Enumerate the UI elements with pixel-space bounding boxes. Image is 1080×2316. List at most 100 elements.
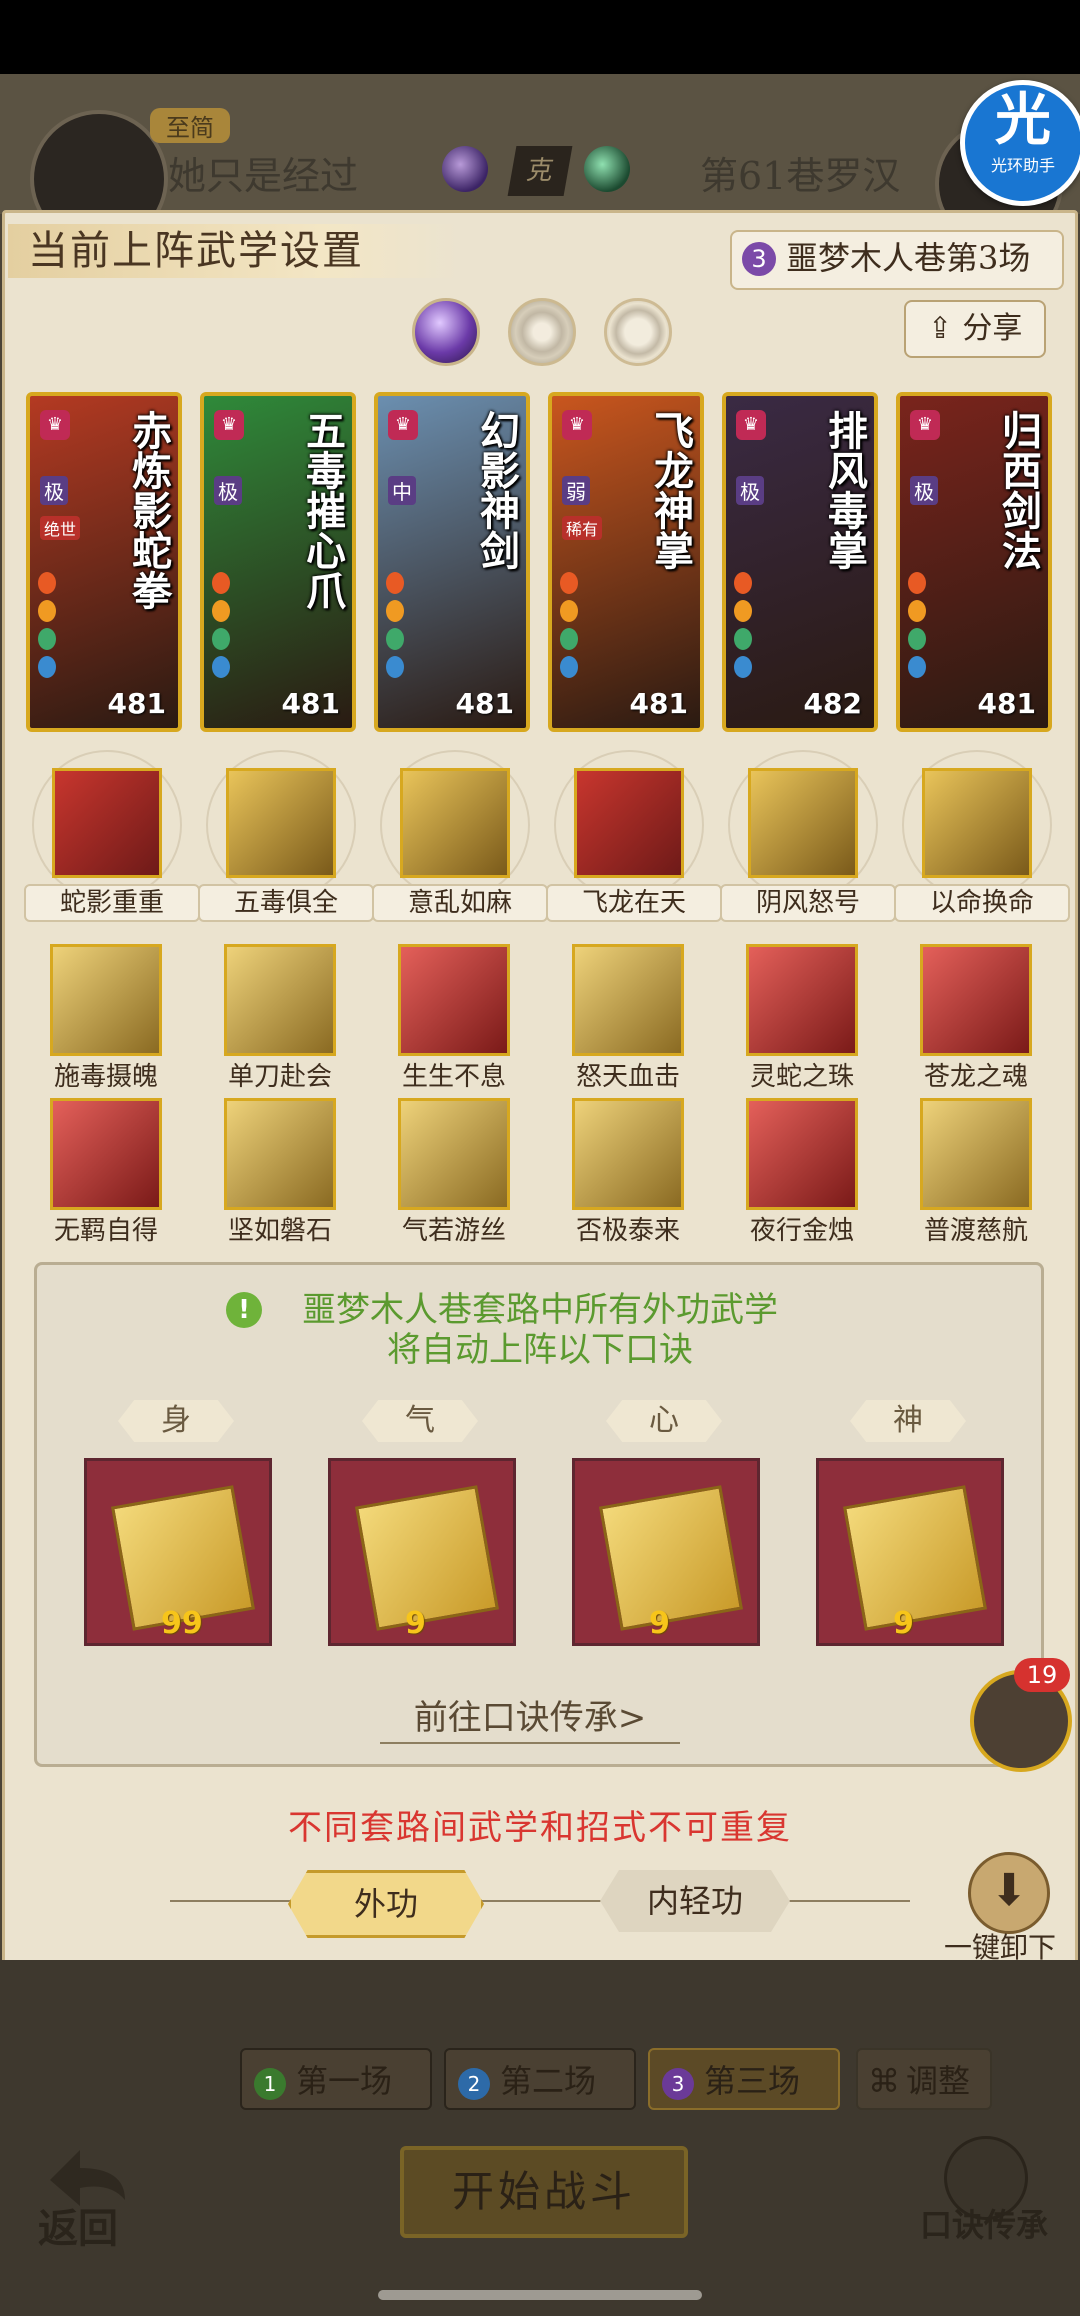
martial-card[interactable]: ♛ 极 归西剑法 481 (896, 392, 1052, 732)
share-icon: ⇪ (927, 311, 963, 346)
card-power: 481 (281, 687, 340, 720)
koujue-card[interactable]: 9 (816, 1458, 1004, 1646)
adjust-button[interactable]: ⌘ 调整 (856, 2048, 992, 2110)
card-element-dots (38, 566, 98, 684)
koujue-card[interactable]: 99 (84, 1458, 272, 1646)
inner-martial-tab[interactable]: 内轻功 (600, 1870, 790, 1932)
koujue-tab[interactable]: 气 (362, 1400, 478, 1442)
martial-card[interactable]: ♛ 极 五毒摧心爪 481 (200, 392, 356, 732)
round-tab[interactable]: 3 第三场 (648, 2048, 840, 2110)
goto-koujue-link[interactable]: 前往口诀传承> (380, 1690, 680, 1744)
skill-label: 以命换命 (894, 884, 1070, 922)
koujue-stars: 99 (161, 1606, 203, 1641)
move-icon[interactable] (572, 1098, 684, 1210)
purple-element-orb (442, 146, 488, 192)
card-power: 481 (455, 687, 514, 720)
koujue-scroll-icon (355, 1485, 499, 1631)
move-icon[interactable] (746, 944, 858, 1056)
card-tier: 极 (40, 476, 68, 505)
martial-card[interactable]: ♛ 中 幻影神剑 481 (374, 392, 530, 732)
card-power: 481 (977, 687, 1036, 720)
round-tab[interactable]: 2 第二场 (444, 2048, 636, 2110)
back-label[interactable]: 返回 (38, 2196, 118, 2254)
outer-martial-tab[interactable]: 外功 (288, 1870, 484, 1938)
move-label: 坚如磐石 (227, 1216, 332, 1246)
card-element-dots (386, 566, 446, 684)
move-icon[interactable] (746, 1098, 858, 1210)
card-name: 飞龙神掌 (647, 410, 694, 570)
helper-label: 光环助手 (990, 156, 1055, 175)
grade-icon: ♛ (388, 410, 418, 440)
adjust-label: 调整 (906, 2062, 971, 2100)
skill-label: 意乱如麻 (372, 884, 548, 922)
skill-icon[interactable] (400, 768, 510, 878)
card-name: 排风毒掌 (821, 410, 868, 570)
gray-element-selector[interactable] (508, 298, 576, 366)
move-icon[interactable] (572, 944, 684, 1056)
card-element-dots (212, 566, 272, 684)
card-element-dots (908, 566, 968, 684)
card-name: 归西剑法 (995, 410, 1042, 570)
green-element-orb (584, 146, 630, 192)
move-label: 施毒摄魄 (53, 1062, 158, 1092)
card-rarity-badge: 绝世 (40, 516, 81, 540)
move-label: 普渡慈航 (923, 1216, 1028, 1246)
koujue-scroll-icon (599, 1485, 743, 1631)
skill-icon[interactable] (226, 768, 336, 878)
move-icon[interactable] (920, 944, 1032, 1056)
koujue-tab[interactable]: 神 (850, 1400, 966, 1442)
opponent-name: 她只是经过 (168, 154, 359, 198)
koujue-card[interactable]: 9 (328, 1458, 516, 1646)
move-label: 灵蛇之珠 (749, 1062, 854, 1092)
card-tier: 中 (388, 476, 416, 505)
move-icon[interactable] (50, 944, 162, 1056)
opponent-tag: 至简 (150, 108, 230, 143)
grade-icon: ♛ (910, 410, 940, 440)
martial-card[interactable]: ♛ 弱稀有 飞龙神掌 481 (548, 392, 704, 732)
skill-label: 阴风怒号 (720, 884, 896, 922)
koujue-tab[interactable]: 心 (606, 1400, 722, 1442)
martial-card[interactable]: ♛ 极 排风毒掌 482 (722, 392, 878, 732)
move-icon[interactable] (50, 1098, 162, 1210)
skill-icon[interactable] (922, 768, 1032, 878)
info-exclamation-icon: ! (226, 1292, 262, 1328)
move-label: 否极泰来 (575, 1216, 680, 1246)
card-tier: 极 (910, 476, 938, 505)
koujue-inherit-label[interactable]: 口诀传承 (920, 2200, 1048, 2246)
round-label: 第一场 (296, 2062, 393, 2100)
share-button[interactable]: ⇪ 分享 (904, 300, 1046, 358)
move-icon[interactable] (920, 1098, 1032, 1210)
info-line-2: 将自动上阵以下口诀 (387, 1330, 693, 1370)
koujue-card[interactable]: 9 (572, 1458, 760, 1646)
grade-icon: ♛ (736, 410, 766, 440)
koujue-tab[interactable]: 身 (118, 1400, 234, 1442)
purple-element-selector[interactable] (412, 298, 480, 366)
move-label: 无羁自得 (53, 1216, 158, 1246)
round-label: 第三场 (704, 2062, 801, 2100)
martial-card[interactable]: ♛ 极绝世 赤炼影蛇拳 481 (26, 392, 182, 732)
skill-icon[interactable] (52, 768, 162, 878)
adjust-icon: ⌘ (868, 2062, 900, 2100)
white-element-selector[interactable] (604, 298, 672, 366)
card-power: 481 (629, 687, 688, 720)
move-icon[interactable] (224, 944, 336, 1056)
grade-icon: ♛ (562, 410, 592, 440)
home-indicator (378, 2290, 702, 2300)
start-battle-button[interactable]: 开始战斗 (400, 2146, 688, 2238)
move-icon[interactable] (398, 1098, 510, 1210)
card-tier: 弱 (562, 476, 590, 505)
card-name: 五毒摧心爪 (299, 410, 346, 610)
skill-icon[interactable] (574, 768, 684, 878)
move-icon[interactable] (224, 1098, 336, 1210)
move-icon[interactable] (398, 944, 510, 1056)
move-label: 单刀赴会 (227, 1062, 332, 1092)
grade-icon: ♛ (40, 410, 70, 440)
round-number: 3 (662, 2067, 694, 2100)
helper-app-button[interactable]: 光 光环助手 (960, 80, 1080, 206)
unload-all-icon[interactable]: ⬇ (968, 1852, 1050, 1934)
skill-icon[interactable] (748, 768, 858, 878)
round-number: 2 (458, 2067, 490, 2100)
skill-label: 五毒俱全 (198, 884, 374, 922)
round-tab[interactable]: 1 第一场 (240, 2048, 432, 2110)
move-label: 生生不息 (401, 1062, 506, 1092)
